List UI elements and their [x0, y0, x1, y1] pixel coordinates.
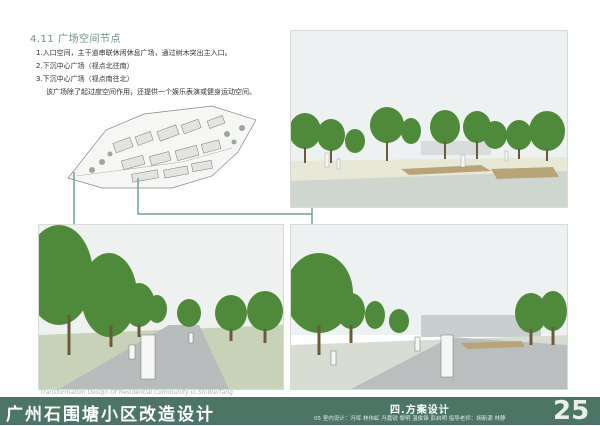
- footer-credits: 05 室内设计：冯晖 林伟虹 冯嘉锐 黎明 温俊锋 彭启明 指导老师：胡新源 林…: [314, 416, 506, 422]
- render-view-3: [290, 30, 568, 208]
- footer-english-title: Transformation Design Of Residential Com…: [40, 389, 233, 396]
- render-view-2: [290, 224, 568, 390]
- render-view-1: [38, 224, 284, 390]
- page-number: 25: [553, 396, 590, 426]
- footer-title: 广州石围塘小区改造设计: [6, 405, 215, 425]
